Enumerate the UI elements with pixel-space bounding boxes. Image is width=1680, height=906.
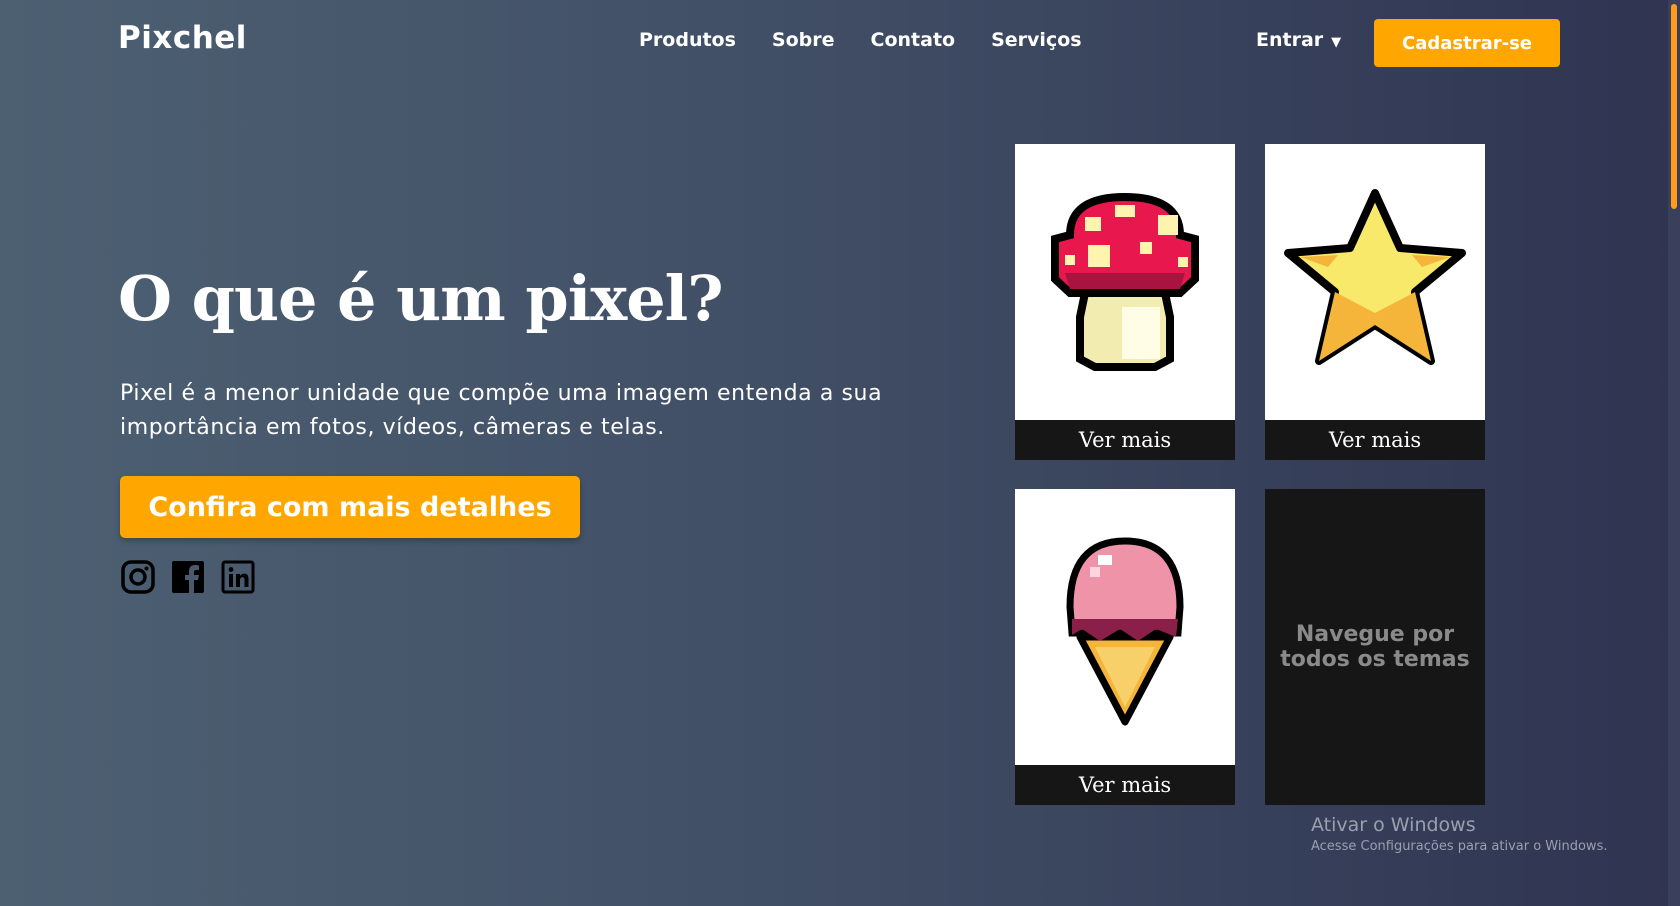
hero-text: Pixel é a menor unidade que compõe uma i… — [120, 381, 883, 440]
card-image — [1015, 489, 1235, 765]
card-mushroom[interactable]: Ver mais — [1015, 144, 1235, 460]
card-ice-cream[interactable]: Ver mais — [1015, 489, 1235, 805]
nav-produtos[interactable]: Produtos — [639, 29, 736, 51]
login-dropdown[interactable]: Entrar ▼ — [1256, 29, 1341, 51]
social-links — [120, 559, 256, 595]
browse-topics-card[interactable]: Navegue por todos os temas — [1265, 489, 1485, 805]
browse-topics-text: Navegue por todos os temas — [1280, 622, 1470, 672]
logo[interactable]: Pixchel — [118, 20, 247, 56]
instagram-icon[interactable] — [120, 559, 156, 595]
card-footer[interactable]: Ver mais — [1015, 420, 1235, 460]
star-icon — [1284, 189, 1466, 365]
card-star[interactable]: Ver mais — [1265, 144, 1485, 460]
nav-servicos[interactable]: Serviços — [991, 29, 1081, 51]
card-image — [1265, 144, 1485, 420]
nav-contato[interactable]: Contato — [871, 29, 956, 51]
scrollbar[interactable] — [1668, 0, 1680, 906]
hero-title: O que é um pixel? — [118, 262, 724, 335]
card-image — [1015, 144, 1235, 420]
nav-sobre[interactable]: Sobre — [772, 29, 835, 51]
windows-activation-watermark: Ativar o Windows Acesse Configurações pa… — [1311, 814, 1607, 854]
card-footer[interactable]: Ver mais — [1265, 420, 1485, 460]
login-label: Entrar — [1256, 29, 1324, 51]
card-footer[interactable]: Ver mais — [1015, 765, 1235, 805]
ice-cream-icon — [1066, 537, 1184, 726]
mushroom-icon — [1051, 192, 1199, 371]
signup-button[interactable]: Cadastrar-se — [1374, 19, 1560, 67]
chevron-down-icon: ▼ — [1331, 35, 1342, 50]
facebook-icon[interactable] — [170, 559, 206, 595]
scrollbar-thumb[interactable] — [1671, 4, 1677, 209]
watermark-subtitle: Acesse Configurações para ativar o Windo… — [1311, 839, 1608, 854]
main-nav: Produtos Sobre Contato Serviços — [639, 29, 1082, 51]
linkedin-icon[interactable] — [220, 559, 256, 595]
watermark-title: Ativar o Windows — [1311, 814, 1476, 836]
details-button[interactable]: Confira com mais detalhes — [120, 476, 580, 538]
